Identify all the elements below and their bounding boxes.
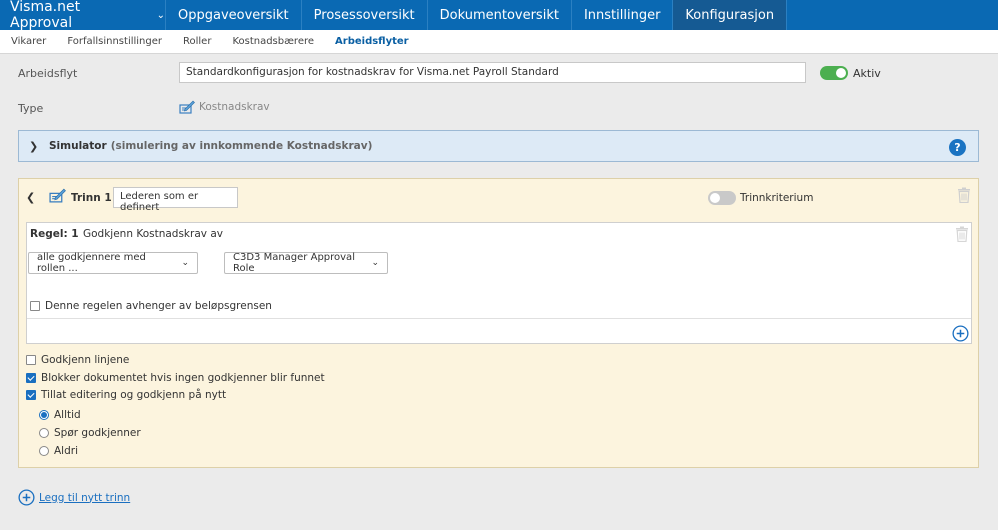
toggle-knob (836, 68, 846, 78)
subnav-item-arbeidsflyter[interactable]: Arbeidsflyter (335, 36, 409, 47)
radio-alltid-label: Alltid (54, 409, 81, 421)
radio-aldri-row[interactable]: Aldri (39, 445, 78, 457)
radio-aldri-label: Aldri (54, 445, 78, 457)
nav-tab-label: Dokumentoversikt (439, 7, 559, 23)
add-circle-icon[interactable] (952, 325, 969, 342)
nav-tab-label: Konfigurasjon (685, 7, 775, 23)
sub-nav: Vikarer Forfallsinnstillinger Roller Kos… (0, 30, 998, 54)
chevron-down-icon: ⌄ (156, 9, 165, 21)
workflow-label: Arbeidsflyt (18, 67, 78, 80)
add-step-link[interactable]: Legg til nytt trinn (39, 492, 130, 504)
add-step-button[interactable]: Legg til nytt trinn (18, 489, 130, 506)
radio-alltid-row[interactable]: Alltid (39, 409, 81, 421)
trash-icon[interactable] (957, 187, 971, 203)
workflow-name-input[interactable]: Standardkonfigurasjon for kostnadskrav f… (179, 62, 806, 83)
type-label: Type (18, 102, 44, 115)
role-value: C3D3 Manager Approval Role (233, 252, 355, 274)
block-document-row[interactable]: Blokker dokumentet hvis ingen godkjenner… (26, 372, 325, 384)
step-name-input[interactable]: Lederen som er definert (113, 187, 238, 213)
type-value: Kostnadskrav (199, 101, 270, 113)
block-document-label: Blokker dokumentet hvis ingen godkjenner… (41, 372, 325, 384)
trash-icon[interactable] (955, 226, 969, 242)
subnav-item-kostnadsbaerere[interactable]: Kostnadsbærere (232, 36, 314, 47)
approve-lines-row[interactable]: Godkjenn linjene (26, 354, 129, 366)
expense-claim-icon (179, 100, 195, 114)
app-title: Visma.net Approval (10, 0, 81, 31)
chevron-right-icon: ❯ (29, 139, 39, 153)
nav-tab-prosessoversikt[interactable]: Prosessoversikt (302, 0, 428, 30)
approve-lines-label: Godkjenn linjene (41, 354, 130, 366)
approver-type-select[interactable]: alle godkjennere med rollen ... ⌄ (28, 252, 198, 274)
allow-edit-label: Tillat editering og godkjenn på nytt (41, 389, 227, 401)
allow-edit-row[interactable]: Tillat editering og godkjenn på nytt (26, 389, 226, 401)
nav-tab-label: Innstillinger (583, 7, 661, 23)
amount-limit-checkbox[interactable] (30, 301, 40, 311)
rule-label: Regel: 1 (30, 228, 79, 240)
help-icon[interactable]: ? (949, 139, 966, 156)
active-toggle[interactable] (820, 66, 848, 80)
role-select[interactable]: C3D3 Manager Approval Role ⌄ (224, 252, 388, 274)
nav-tab-konfigurasjon[interactable]: Konfigurasjon (673, 0, 788, 30)
chevron-down-icon: ⌄ (181, 258, 189, 268)
subnav-item-vikarer[interactable]: Vikarer (11, 36, 46, 47)
radio-spor-row[interactable]: Spør godkjenner (39, 427, 141, 439)
simulator-title: Simulator (49, 140, 107, 152)
radio-aldri[interactable] (39, 446, 49, 456)
step-criterion-toggle[interactable] (708, 191, 736, 205)
nav-tab-label: Oppgaveoversikt (178, 7, 289, 23)
radio-alltid[interactable] (39, 410, 49, 420)
app-switcher[interactable]: Visma.net Approval ⌄ (0, 0, 166, 31)
approve-lines-checkbox[interactable] (26, 355, 36, 365)
step-criterion-label: Trinnkriterium (740, 192, 814, 204)
block-document-checkbox[interactable] (26, 373, 36, 383)
active-label: Aktiv (853, 67, 881, 80)
allow-edit-checkbox[interactable] (26, 390, 36, 400)
chevron-down-icon[interactable]: ❮ (26, 191, 35, 204)
step-panel: ❮ Trinn 1 : Lederen som er definert Trin… (18, 178, 979, 468)
add-circle-icon (18, 489, 35, 506)
rule-box: Regel: 1 Godkjenn Kostnadskrav av alle g… (26, 222, 972, 344)
toggle-knob (710, 193, 720, 203)
step-approval-icon (49, 188, 66, 203)
simulator-panel[interactable]: ❯ Simulator (simulering av innkommende K… (18, 130, 979, 162)
amount-limit-label: Denne regelen avhenger av beløpsgrensen (45, 300, 272, 312)
nav-tab-dokumentoversikt[interactable]: Dokumentoversikt (428, 0, 572, 30)
amount-limit-checkbox-row[interactable]: Denne regelen avhenger av beløpsgrensen (30, 300, 272, 312)
radio-spor-godkjenner[interactable] (39, 428, 49, 438)
radio-spor-label: Spør godkjenner (54, 427, 141, 439)
subnav-item-forfallsinnstillinger[interactable]: Forfallsinnstillinger (67, 36, 162, 47)
approver-type-value: alle godkjennere med rollen ... (37, 252, 146, 274)
simulator-subtitle: (simulering av innkommende Kostnadskrav) (110, 140, 373, 152)
rule-description: Godkjenn Kostnadskrav av (83, 228, 223, 240)
subnav-item-roller[interactable]: Roller (183, 36, 211, 47)
nav-tab-oppgaveoversikt[interactable]: Oppgaveoversikt (166, 0, 302, 30)
chevron-down-icon: ⌄ (371, 258, 379, 268)
nav-tab-label: Prosessoversikt (313, 7, 415, 23)
nav-tab-innstillinger[interactable]: Innstillinger (572, 0, 674, 30)
divider (27, 318, 971, 319)
top-nav: Visma.net Approval ⌄ Oppgaveoversikt Pro… (0, 0, 998, 31)
